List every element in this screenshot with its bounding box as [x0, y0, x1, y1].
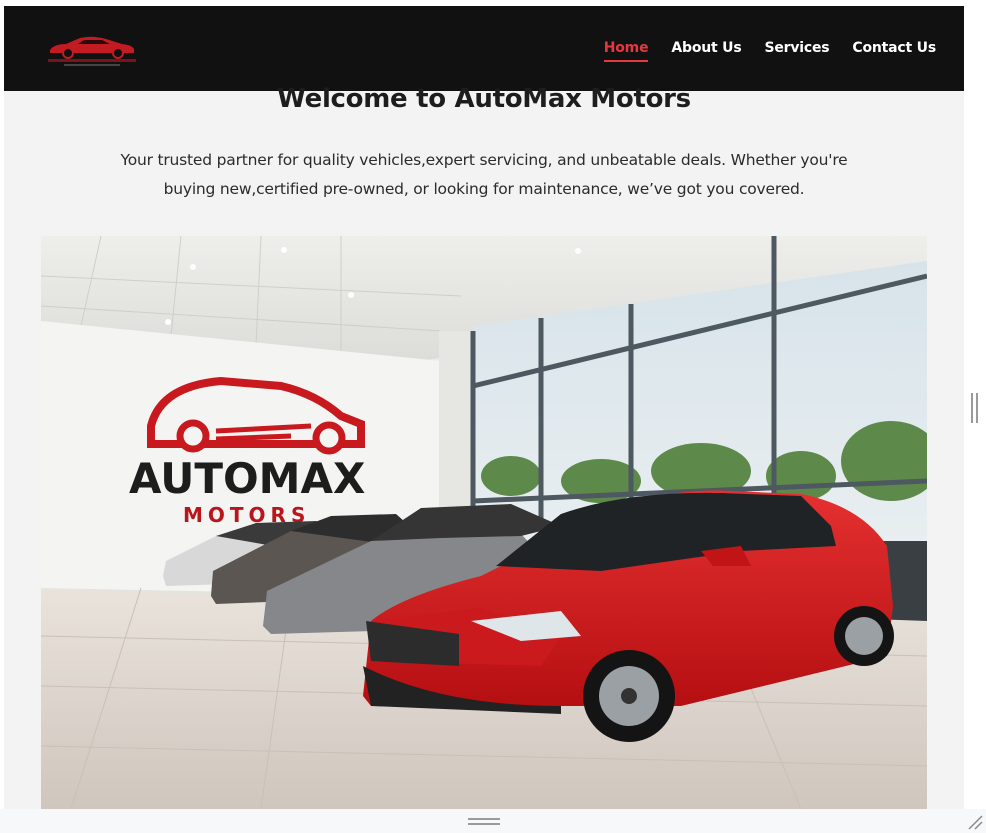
website-page: Home About Us Services Contact Us Welcom… — [4, 6, 964, 809]
nav-link-home[interactable]: Home — [603, 40, 649, 62]
bottom-resize-grip[interactable] — [468, 818, 500, 826]
side-resize-grip[interactable] — [971, 393, 979, 423]
hero-title: Welcome to AutoMax Motors — [277, 84, 691, 114]
wall-logo-main: AUTOMAX — [129, 454, 365, 503]
hero-description: Your trusted partner for quality vehicle… — [120, 151, 848, 198]
nav-link-contact-us[interactable]: Contact Us — [852, 40, 936, 56]
navbar: Home About Us Services Contact Us — [4, 6, 964, 91]
nav-link-services[interactable]: Services — [764, 40, 829, 56]
brand-logo[interactable] — [44, 32, 140, 68]
nav-link-about-us[interactable]: About Us — [671, 40, 741, 56]
resize-corner-icon[interactable] — [966, 813, 984, 831]
showroom-image: AUTOMAX MOTORS — [41, 236, 927, 809]
nav-links: Home About Us Services Contact Us — [603, 40, 936, 62]
